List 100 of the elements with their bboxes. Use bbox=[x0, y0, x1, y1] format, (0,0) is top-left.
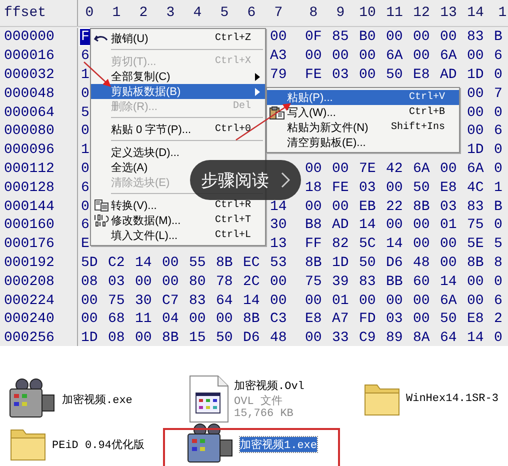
hex-byte: FD bbox=[358, 311, 376, 328]
column-header: 7 bbox=[273, 5, 284, 21]
hex-byte: 50 bbox=[385, 66, 403, 83]
column-header: 1 bbox=[111, 5, 122, 21]
menu-item[interactable]: 撤销(U) Ctrl+Z bbox=[91, 31, 265, 46]
menu-item[interactable]: 写入(W)... Ctrl+B bbox=[267, 105, 459, 120]
file-name[interactable]: 加密视频.exe bbox=[62, 392, 132, 406]
column-header: 11 bbox=[385, 5, 403, 21]
offset-label: 000080 bbox=[0, 122, 78, 141]
column-header: 10 bbox=[358, 5, 376, 21]
menu-item[interactable]: 粘贴(P)... Ctrl+V bbox=[267, 90, 459, 105]
offset-label: 000144 bbox=[0, 197, 78, 216]
offset-label: 000160 bbox=[0, 216, 78, 235]
column-header: 9 bbox=[335, 5, 346, 21]
menu-item[interactable]: 定义选块(D)... bbox=[91, 145, 265, 160]
menu-item[interactable]: 修改数据(M)... Ctrl+T bbox=[91, 213, 265, 228]
menu-item[interactable]: 粘贴 0 字节(P)... Ctrl+0 bbox=[91, 122, 265, 137]
hex-byte: E8 bbox=[304, 311, 322, 328]
column-header: 5 bbox=[219, 5, 230, 21]
hex-byte: 14 bbox=[134, 254, 152, 271]
hex-byte: 0 bbox=[493, 330, 502, 346]
hex-byte: 83 bbox=[466, 198, 484, 215]
hex-byte: A7 bbox=[331, 311, 349, 328]
hex-byte: 6A bbox=[412, 160, 430, 177]
hex-byte: 5 bbox=[493, 236, 502, 252]
menu-item[interactable]: 剪贴板数据(B) bbox=[91, 84, 265, 99]
menu-item[interactable]: 清空剪贴板(E)... bbox=[267, 135, 459, 150]
hex-byte: 39 bbox=[331, 274, 349, 290]
hex-byte: 82 bbox=[331, 236, 349, 252]
hex-byte: 00 bbox=[331, 160, 349, 177]
menu-item[interactable]: 转换(V)... Ctrl+R bbox=[91, 198, 265, 213]
hex-byte: AD bbox=[439, 66, 457, 83]
hex-byte: 00 bbox=[439, 236, 457, 252]
hex-byte: 78 bbox=[215, 274, 233, 290]
hex-byte: 00 bbox=[331, 198, 349, 215]
hex-byte: 30 bbox=[269, 217, 287, 234]
hex-byte: 89 bbox=[385, 330, 403, 346]
hex-byte: 00 bbox=[80, 311, 98, 328]
hex-byte: 03 bbox=[107, 274, 125, 290]
offset-label: 000112 bbox=[0, 160, 78, 178]
hex-byte: C9 bbox=[358, 330, 376, 346]
hex-byte: 8B bbox=[215, 254, 233, 271]
hex-byte: 00 bbox=[412, 29, 430, 46]
hex-byte: B bbox=[493, 29, 502, 46]
hex-byte: 00 bbox=[188, 311, 206, 328]
binary-data-icon bbox=[94, 214, 108, 227]
hex-byte: 00 bbox=[412, 217, 430, 234]
hex-byte: 1 bbox=[493, 180, 502, 196]
menu-item[interactable]: 粘贴为新文件(N) Shift+Ins bbox=[267, 120, 459, 135]
column-header: 14 bbox=[466, 5, 484, 21]
menu-item[interactable]: 填入文件(L)... Ctrl+L bbox=[91, 228, 265, 243]
hex-byte: 00 bbox=[385, 292, 403, 309]
hex-byte: 6A bbox=[385, 48, 403, 64]
file-name[interactable]: WinHex14.1SR-3 bbox=[406, 393, 498, 405]
hex-byte: 8B bbox=[466, 254, 484, 271]
hex-byte: EC bbox=[242, 254, 260, 271]
step-reading-toast[interactable]: 步骤阅读 bbox=[190, 160, 301, 200]
menu-item[interactable]: 全部复制(C) bbox=[91, 69, 265, 84]
hex-byte: A3 bbox=[269, 48, 287, 64]
hex-byte: 6A bbox=[439, 48, 457, 64]
hex-byte: 00 bbox=[439, 160, 457, 177]
hex-byte: 6 bbox=[493, 48, 502, 64]
hex-byte: D6 bbox=[385, 254, 403, 271]
hex-byte: 22 bbox=[385, 198, 403, 215]
hex-byte: 8B bbox=[412, 198, 430, 215]
offset-label: 000048 bbox=[0, 84, 78, 104]
hex-byte: 64 bbox=[215, 292, 233, 309]
hex-byte: 6A bbox=[466, 160, 484, 177]
hex-byte: E8 bbox=[466, 311, 484, 328]
hex-byte: 83 bbox=[358, 274, 376, 290]
file-name[interactable]: PEiD 0.94优化版 bbox=[52, 436, 144, 452]
hex-byte: 00 bbox=[161, 274, 179, 290]
hex-byte: AD bbox=[331, 217, 349, 234]
hex-byte: 14 bbox=[439, 274, 457, 290]
hex-byte: 0F bbox=[304, 29, 322, 46]
hex-byte: 00 bbox=[466, 48, 484, 64]
hex-byte: 00 bbox=[412, 236, 430, 252]
hex-byte: 0 bbox=[493, 104, 502, 121]
hex-byte: 14 bbox=[466, 330, 484, 346]
hex-byte: 6 bbox=[493, 123, 502, 140]
hex-byte: 85 bbox=[331, 29, 349, 46]
hex-byte: 11 bbox=[134, 311, 152, 328]
hex-byte: 00 bbox=[412, 292, 430, 309]
hex-byte: 0 bbox=[493, 142, 502, 158]
file-name[interactable]: 加密视频.Ovl bbox=[234, 378, 304, 393]
hex-byte: 18 bbox=[304, 180, 322, 196]
hex-byte: 75 bbox=[304, 274, 322, 290]
hex-byte: 01 bbox=[331, 292, 349, 309]
hex-byte: FE bbox=[331, 180, 349, 196]
hex-byte: 7 bbox=[493, 86, 502, 102]
hex-byte: 1D bbox=[80, 330, 98, 346]
file-name[interactable]: 加密视频1.exe bbox=[240, 436, 318, 452]
hex-byte: 2 bbox=[493, 311, 502, 328]
hex-byte: 50 bbox=[215, 330, 233, 346]
hex-byte: 80 bbox=[188, 274, 206, 290]
hex-byte: 00 bbox=[466, 292, 484, 309]
hex-byte: 6A bbox=[439, 292, 457, 309]
hex-byte: 00 bbox=[466, 104, 484, 121]
hex-byte: B8 bbox=[304, 217, 322, 234]
column-header: 8 bbox=[308, 5, 319, 21]
